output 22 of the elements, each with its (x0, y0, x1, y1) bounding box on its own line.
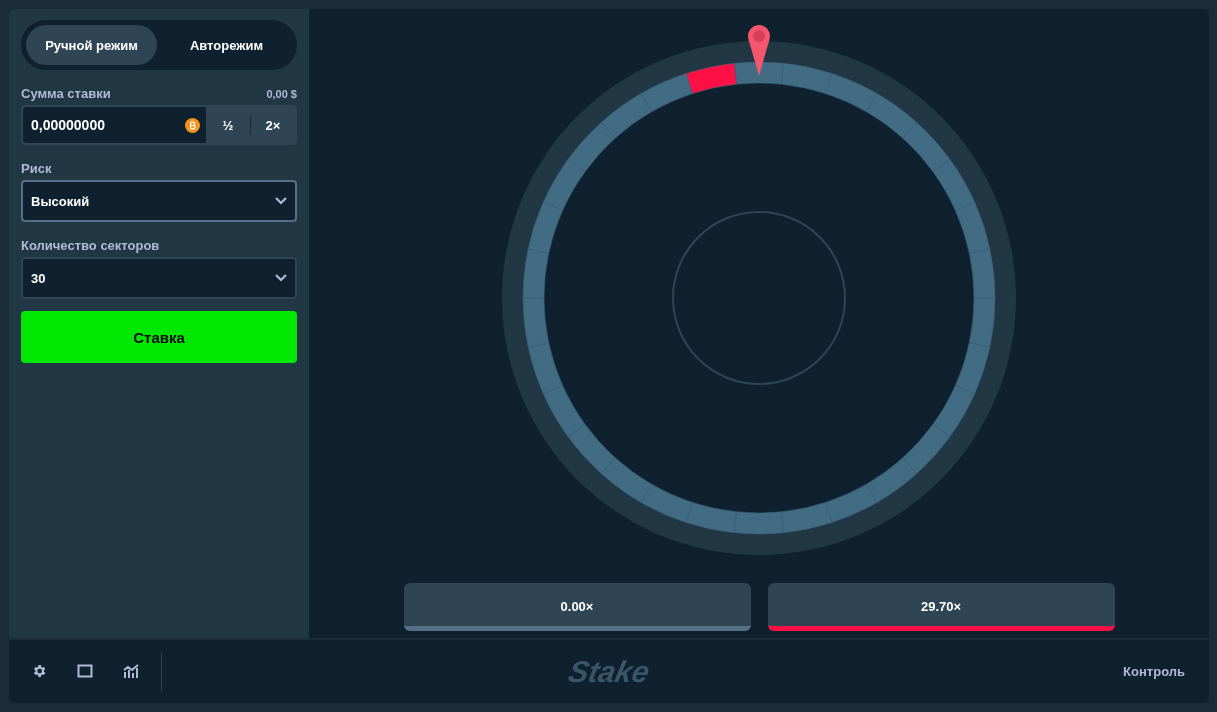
chevron-down-icon (275, 274, 287, 282)
chevron-down-icon (275, 197, 287, 205)
bet-button[interactable]: Ставка (21, 311, 297, 363)
usd-amount: 0,00 $ (266, 87, 297, 100)
mode-tab[interactable]: Ручной режим (26, 25, 157, 65)
logo: Stake (565, 654, 653, 689)
field-label: Сумма ставки (21, 86, 111, 101)
mode-tab[interactable]: Авторежим (161, 25, 292, 65)
chart-icon[interactable] (123, 662, 141, 681)
double-button[interactable]: 2× (251, 107, 295, 143)
pointer-icon (748, 25, 770, 76)
field-label: Риск (21, 161, 52, 176)
payout-tile: 29.70× (767, 583, 1115, 631)
bitcoin-icon (185, 117, 200, 133)
bet-input-field[interactable]: 0,00000000 (23, 107, 206, 143)
segments-select[interactable]: 30 (21, 257, 297, 299)
bet-value: 0,00000000 (31, 117, 106, 133)
half-button[interactable]: ½ (206, 107, 250, 143)
field-label: Количество секторов (21, 238, 160, 253)
payout-tile: 0.00× (403, 583, 751, 631)
control-button[interactable]: Контроль (1117, 663, 1191, 680)
risk-select[interactable]: Высокий (21, 180, 297, 222)
